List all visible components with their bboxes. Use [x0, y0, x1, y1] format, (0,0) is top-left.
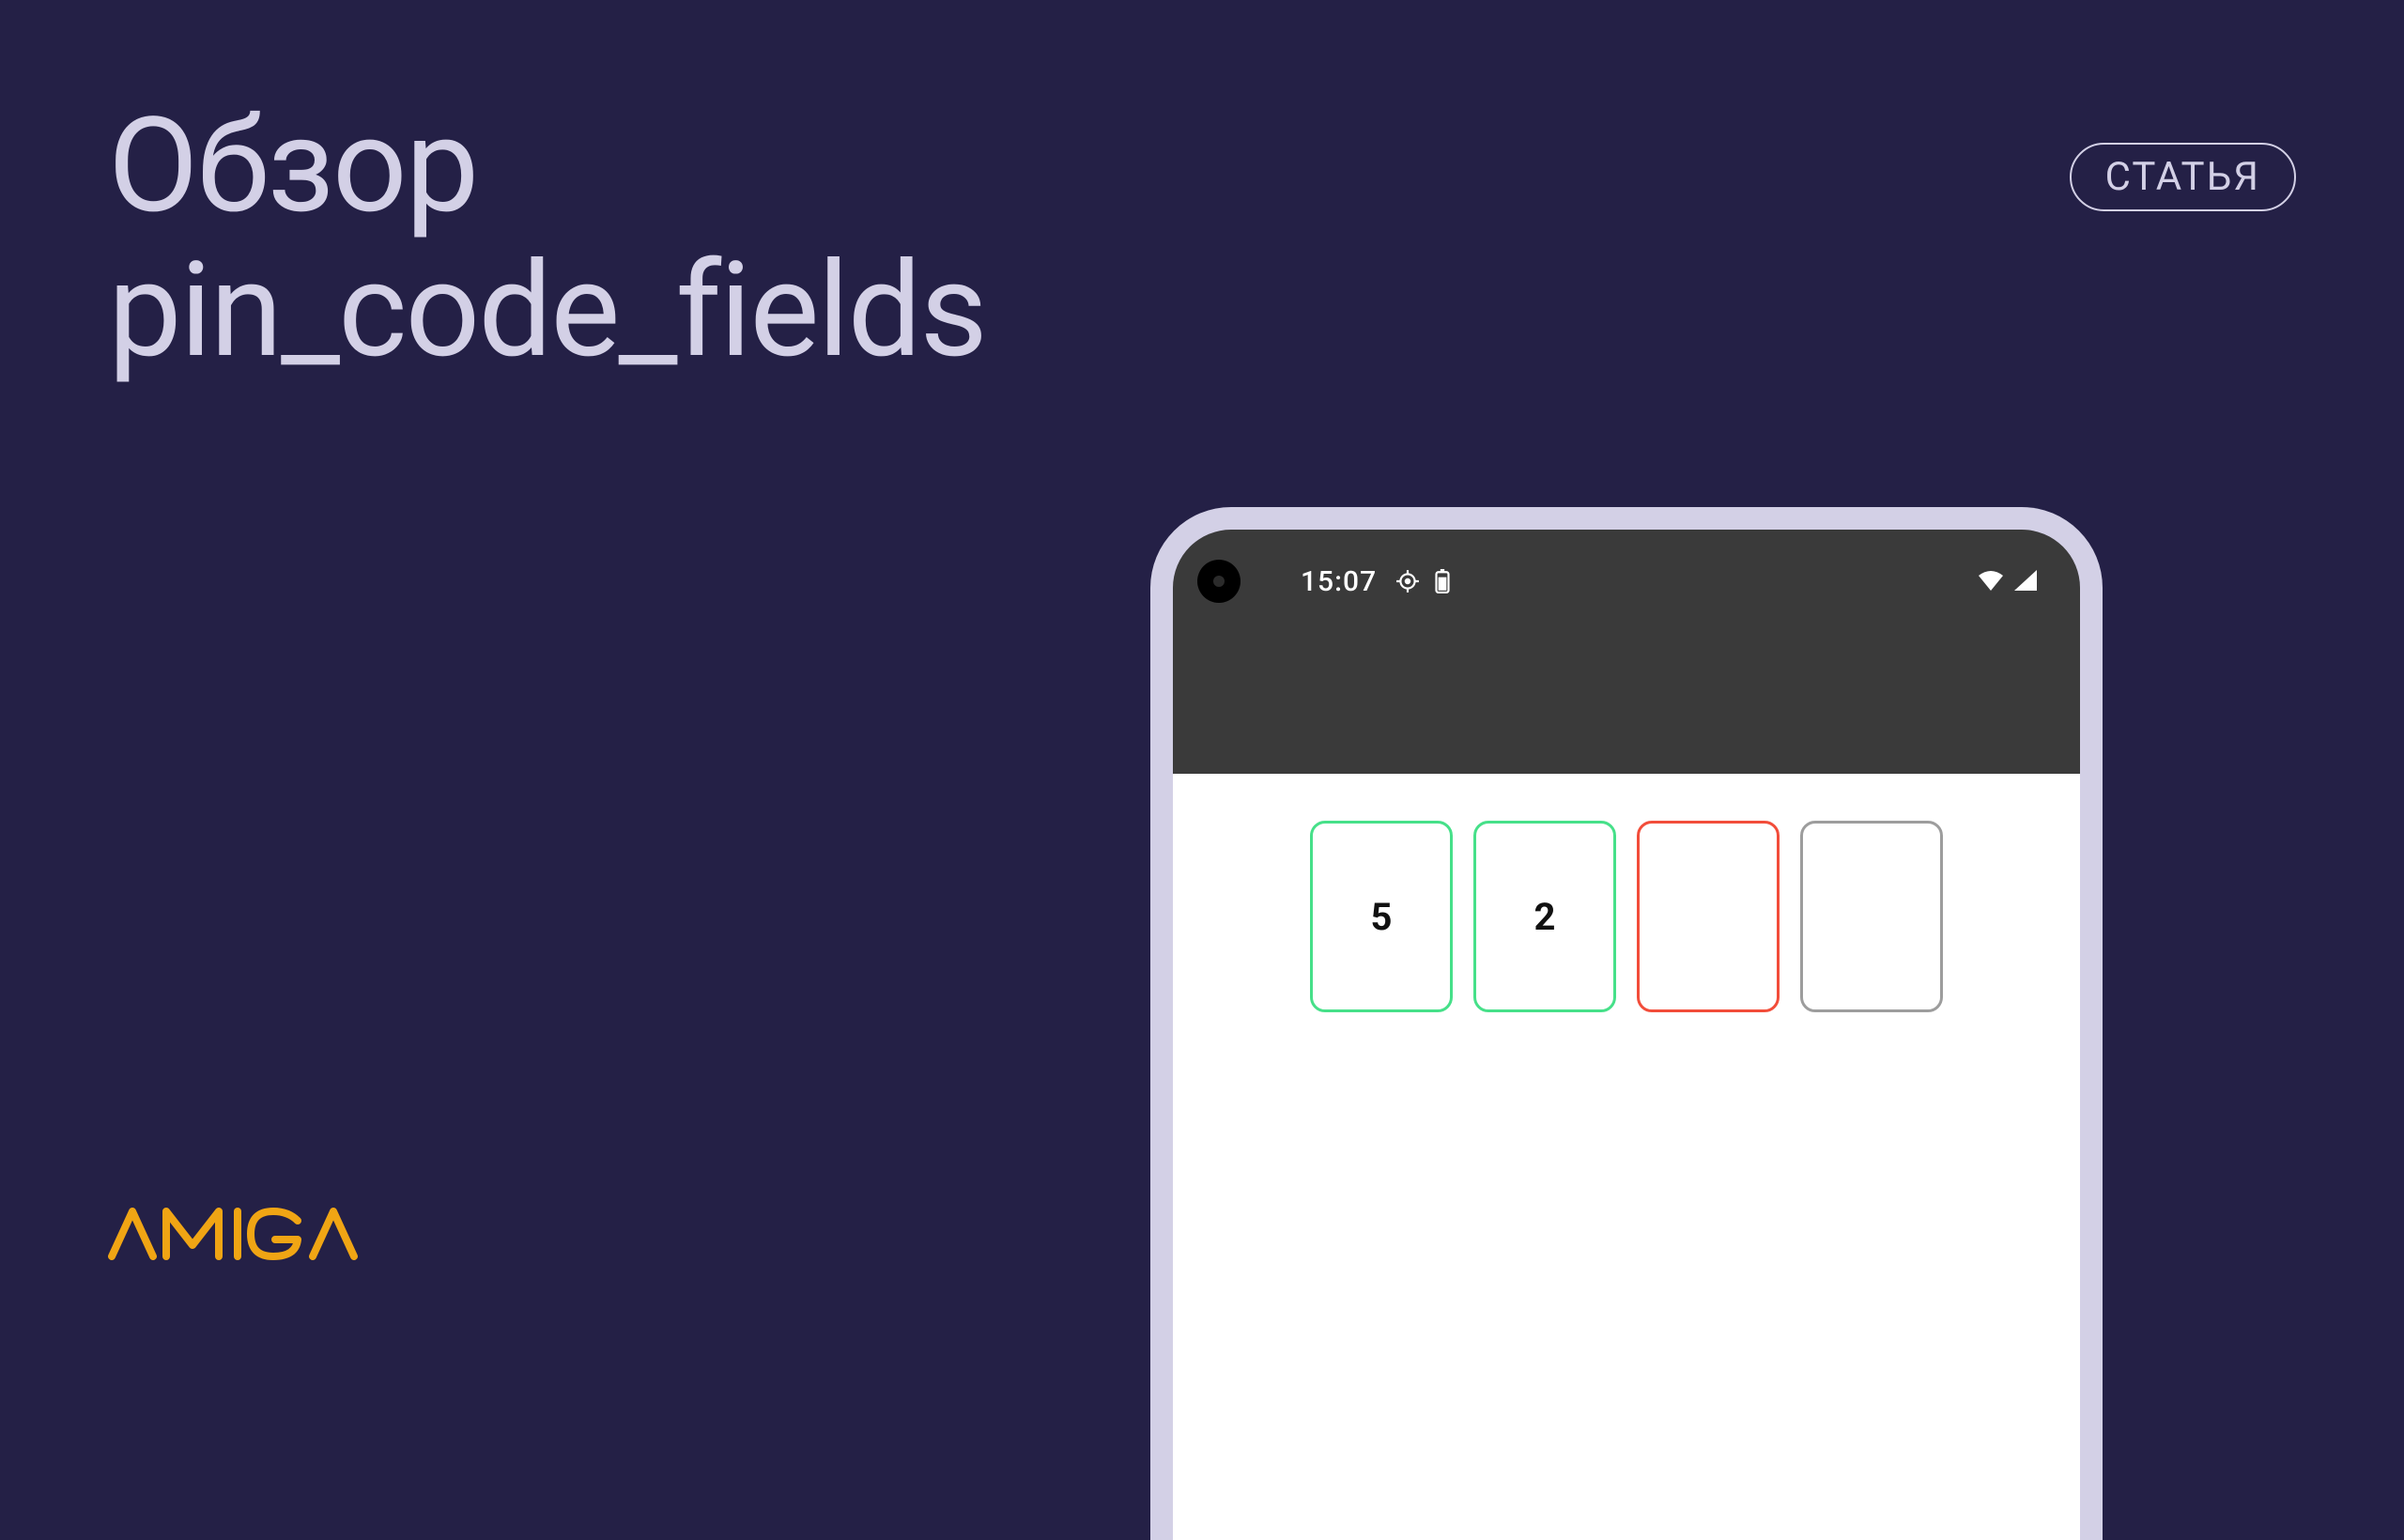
- app-content: 5 2: [1173, 774, 2080, 1540]
- pin-field-1[interactable]: 5: [1310, 821, 1453, 1012]
- amiga-logo-icon: [108, 1208, 408, 1260]
- pin-field-value: 2: [1534, 895, 1556, 939]
- status-time: 15:07: [1301, 565, 1377, 598]
- status-bar: 15:07: [1173, 530, 2080, 633]
- page-title: Обзор pin_code_fields: [108, 94, 986, 383]
- title-line-2: pin_code_fields: [108, 234, 986, 388]
- pin-code-row: 5 2: [1173, 821, 2080, 1012]
- location-target-icon: [1395, 569, 1420, 593]
- phone-screen: 15:07: [1173, 530, 2080, 1540]
- article-badge: СТАТЬЯ: [2070, 143, 2296, 211]
- phone-mockup: 15:07: [1150, 507, 2103, 1540]
- pin-field-3[interactable]: [1637, 821, 1780, 1012]
- status-bar-right: [1977, 570, 2039, 593]
- pin-field-value: 5: [1371, 895, 1393, 939]
- cellular-signal-icon: [2014, 570, 2039, 593]
- battery-icon: [1435, 569, 1450, 593]
- wifi-icon: [1977, 570, 2005, 593]
- status-icons-left: [1395, 569, 1450, 593]
- brand-logo: [108, 1208, 408, 1260]
- title-line-1: Обзор: [108, 89, 477, 243]
- status-bar-left: 15:07: [1190, 560, 1450, 603]
- pin-field-4[interactable]: [1800, 821, 1943, 1012]
- badge-label: СТАТЬЯ: [2105, 154, 2260, 200]
- camera-punch-hole: [1197, 560, 1241, 603]
- pin-field-2[interactable]: 2: [1473, 821, 1616, 1012]
